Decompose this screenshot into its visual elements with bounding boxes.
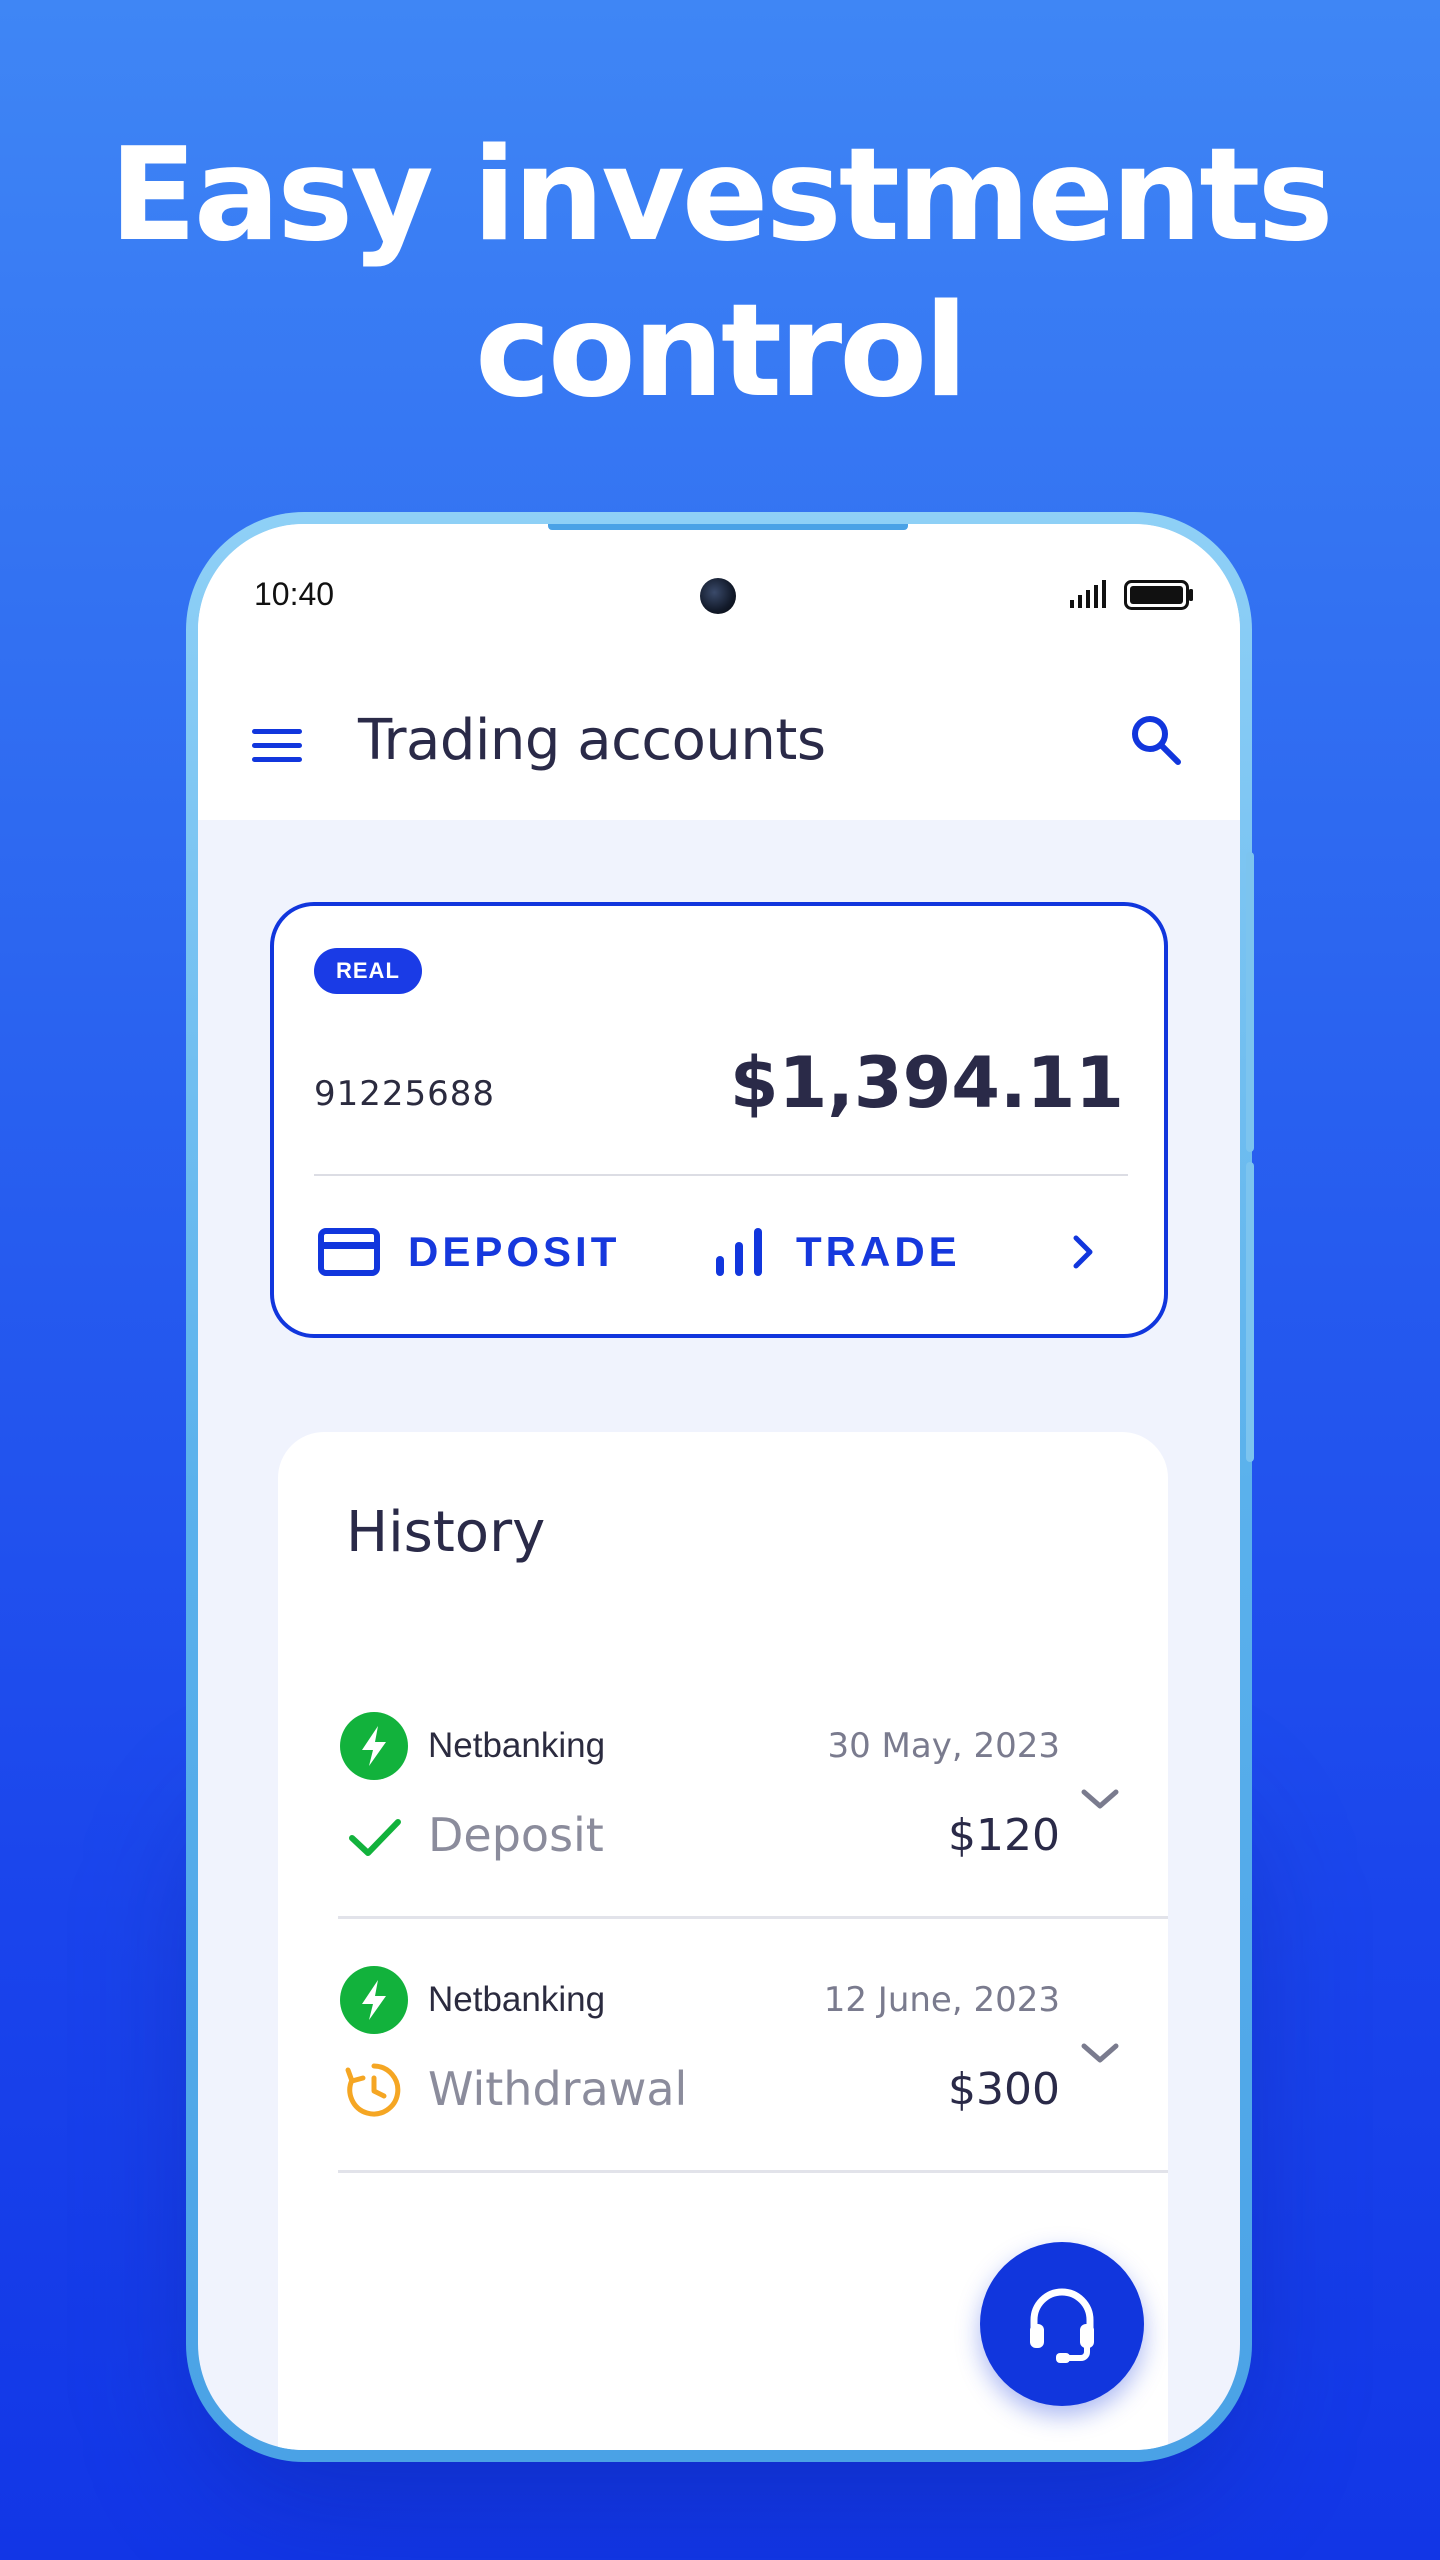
account-type-badge: REAL [314, 948, 422, 994]
account-number: 91225688 [314, 1074, 496, 1114]
battery-icon [1124, 580, 1193, 610]
history-item-date: 12 June, 2023 [823, 1980, 1060, 2020]
headset-icon [1030, 2288, 1094, 2363]
status-bar: 10:40 [198, 524, 1240, 644]
phone-screen: 10:40 Trading accounts REAL 91225688 $1,… [198, 524, 1240, 2450]
history-title: History [346, 1500, 546, 1565]
bar-chart-icon [716, 1228, 762, 1276]
support-fab-button[interactable] [980, 2242, 1144, 2406]
history-item-type: Withdrawal [428, 2062, 688, 2116]
app-bar: Trading accounts [198, 644, 1240, 820]
lightning-icon [340, 1966, 408, 2034]
pending-clock-icon [345, 2063, 401, 2117]
history-item-amount: $120 [948, 1810, 1060, 1861]
menu-icon[interactable] [250, 726, 304, 766]
chevron-right-icon[interactable] [1064, 1232, 1104, 1272]
history-item-amount: $300 [948, 2064, 1060, 2115]
phone-side-button-power [1246, 1162, 1254, 1462]
account-card[interactable]: REAL 91225688 $1,394.11 DEPOSIT TRADE [270, 902, 1168, 1338]
phone-side-button-volume [1246, 852, 1254, 1152]
history-item-method: Netbanking [428, 1726, 606, 1765]
promo-headline: Easy investments control [0, 118, 1440, 430]
status-time: 10:40 [254, 576, 335, 612]
promo-headline-line1: Easy investments [109, 121, 1333, 270]
trade-button[interactable]: TRADE [714, 1216, 961, 1288]
camera-hole [700, 578, 736, 614]
chevron-down-icon[interactable] [1078, 1782, 1122, 1818]
card-icon [318, 1228, 380, 1276]
promo-headline-line2: control [474, 277, 968, 426]
deposit-button-label: DEPOSIT [408, 1228, 621, 1275]
row-divider [338, 1916, 1168, 1919]
history-item-method: Netbanking [428, 1980, 606, 2019]
signal-icon [1070, 580, 1106, 608]
page-title: Trading accounts [358, 708, 826, 773]
phone-frame: 10:40 Trading accounts REAL 91225688 $1,… [186, 512, 1254, 2462]
row-divider [338, 2170, 1168, 2173]
history-item[interactable]: Netbanking 12 June, 2023 Withdrawal $300 [278, 1958, 1168, 2210]
search-icon[interactable] [1128, 712, 1184, 768]
history-item-type: Deposit [428, 1808, 604, 1862]
history-item-date: 30 May, 2023 [827, 1726, 1060, 1766]
chevron-down-icon[interactable] [1078, 2036, 1122, 2072]
earpiece-bar [548, 524, 908, 530]
account-balance: $1,394.11 [729, 1042, 1124, 1124]
card-divider [314, 1174, 1128, 1176]
trade-button-label: TRADE [796, 1228, 961, 1275]
check-icon [349, 1819, 401, 1856]
deposit-button[interactable]: DEPOSIT [318, 1216, 620, 1288]
history-item[interactable]: Netbanking 30 May, 2023 Deposit $120 [278, 1704, 1168, 1956]
lightning-icon [340, 1712, 408, 1780]
